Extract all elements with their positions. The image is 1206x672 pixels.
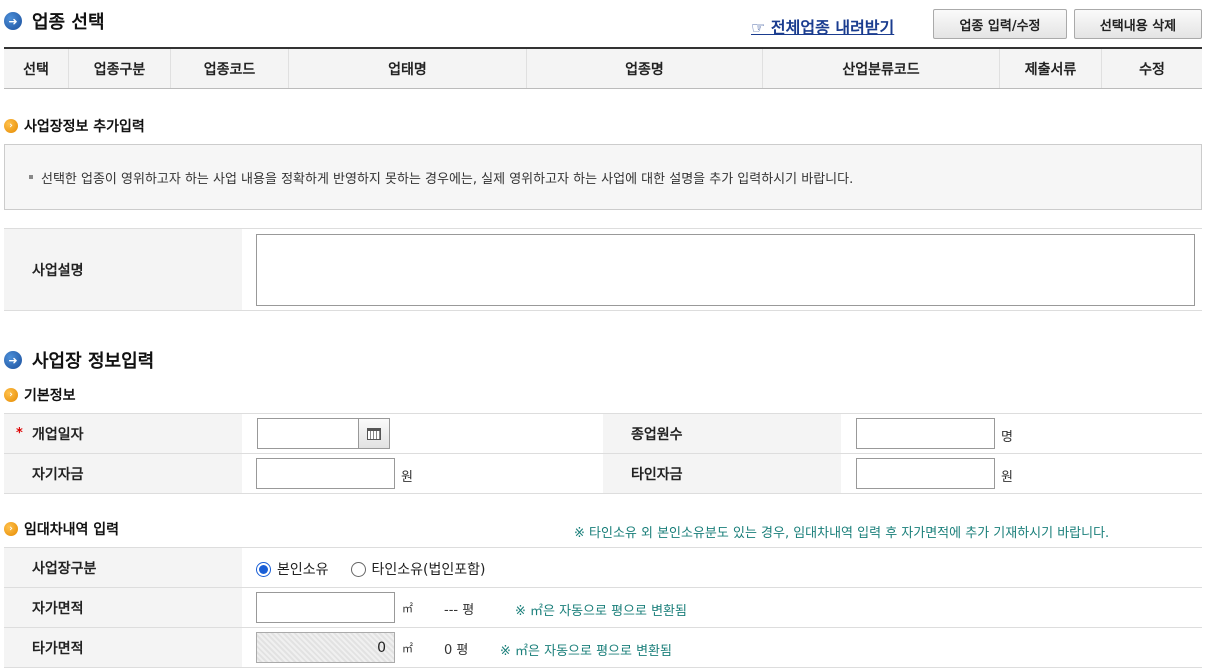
employees-input[interactable] bbox=[856, 418, 995, 449]
arrow-circle-small-icon: › bbox=[4, 119, 18, 133]
business-section-header: ➜ 사업장 정보입력 bbox=[4, 347, 154, 373]
required-mark: * bbox=[16, 426, 23, 441]
other-fund-input[interactable] bbox=[856, 458, 995, 489]
business-type-label: 사업장구분 bbox=[4, 548, 242, 587]
col-category: 업종구분 bbox=[69, 49, 171, 88]
calendar-button[interactable] bbox=[358, 418, 390, 449]
industry-edit-button[interactable]: 업종 입력/수정 bbox=[933, 9, 1067, 39]
other-area-pyeong: 0 평 bbox=[444, 643, 469, 658]
own-area-input[interactable] bbox=[256, 592, 395, 623]
business-description-textarea[interactable] bbox=[256, 234, 1195, 306]
own-radio[interactable] bbox=[256, 561, 271, 577]
col-code: 업종코드 bbox=[171, 49, 289, 88]
delete-selection-button[interactable]: 선택내용 삭제 bbox=[1074, 9, 1202, 39]
own-area-pyeong: --- 평 bbox=[444, 603, 475, 618]
arrow-circle-small-icon: › bbox=[4, 388, 18, 402]
col-industry-name: 업종명 bbox=[527, 49, 763, 88]
col-edit: 수정 bbox=[1139, 61, 1165, 78]
basic-info-header: › 기본정보 bbox=[4, 385, 76, 405]
lease-note: ※ 타인소유 외 본인소유분도 있는 경우, 임대차내역 입력 후 자가면적에 … bbox=[574, 526, 1110, 541]
col-business-type: 업태명 bbox=[289, 49, 527, 88]
business-section-title: 사업장 정보입력 bbox=[32, 351, 155, 372]
lease-header: › 임대차내역 입력 bbox=[4, 519, 119, 539]
other-radio-label[interactable]: 타인소유(법인포함) bbox=[372, 559, 486, 579]
col-select: 선택 bbox=[4, 49, 69, 88]
other-area-label: 타가면적 bbox=[4, 628, 242, 667]
own-fund-input[interactable] bbox=[256, 458, 395, 489]
other-area-unit: ㎡ bbox=[402, 642, 413, 655]
basic-info-title: 기본정보 bbox=[24, 388, 76, 404]
extra-info-header: › 사업장정보 추가입력 bbox=[4, 116, 145, 136]
extra-info-notice: 선택한 업종이 영위하고자 하는 사업 내용을 정확하게 반영하지 못하는 경우… bbox=[4, 144, 1202, 210]
extra-info-title: 사업장정보 추가입력 bbox=[24, 119, 145, 135]
own-area-unit: ㎡ bbox=[402, 602, 413, 615]
download-all-industries-link[interactable]: ☞ 전체업종 내려받기 bbox=[751, 14, 894, 38]
employees-unit: 명 bbox=[1001, 430, 1013, 445]
own-fund-label: 자기자금 bbox=[4, 454, 242, 493]
industry-section-header: ➜ 업종 선택 bbox=[4, 8, 105, 34]
notice-text: 선택한 업종이 영위하고자 하는 사업 내용을 정확하게 반영하지 못하는 경우… bbox=[41, 171, 854, 187]
employees-label: 종업원수 bbox=[603, 414, 841, 453]
own-radio-label[interactable]: 본인소유 bbox=[277, 559, 329, 579]
arrow-circle-small-icon: › bbox=[4, 522, 18, 536]
open-date-input[interactable] bbox=[257, 418, 359, 449]
other-fund-label: 타인자금 bbox=[603, 454, 841, 493]
other-fund-unit: 원 bbox=[1001, 470, 1013, 485]
col-documents: 제출서류 bbox=[1000, 49, 1102, 88]
other-area-input: 0 bbox=[256, 632, 395, 663]
own-fund-unit: 원 bbox=[401, 470, 413, 485]
col-classification-code: 산업분류코드 bbox=[763, 49, 1000, 88]
calendar-icon bbox=[367, 427, 381, 440]
industry-section-title: 업종 선택 bbox=[32, 12, 105, 33]
other-radio[interactable] bbox=[350, 561, 366, 577]
bullet-icon bbox=[29, 175, 33, 179]
own-area-convert-note: ※ ㎡은 자동으로 평으로 변환됨 bbox=[515, 604, 687, 619]
other-area-convert-note: ※ ㎡은 자동으로 평으로 변환됨 bbox=[500, 644, 672, 659]
arrow-circle-icon: ➜ bbox=[4, 351, 22, 369]
ownership-radio-group: 본인소유 타인소유(법인포함) bbox=[256, 559, 486, 579]
open-date-label: * 개업일자 bbox=[4, 414, 242, 453]
industry-table-header: 선택 업종구분 업종코드 업태명 업종명 산업분류코드 제출서류 수정 bbox=[4, 47, 1202, 89]
arrow-circle-icon: ➜ bbox=[4, 12, 22, 30]
lease-title: 임대차내역 입력 bbox=[24, 522, 120, 538]
open-date-label-text: 개업일자 bbox=[32, 426, 84, 443]
business-description-label: 사업설명 bbox=[4, 229, 242, 310]
own-area-label: 자가면적 bbox=[4, 588, 242, 627]
